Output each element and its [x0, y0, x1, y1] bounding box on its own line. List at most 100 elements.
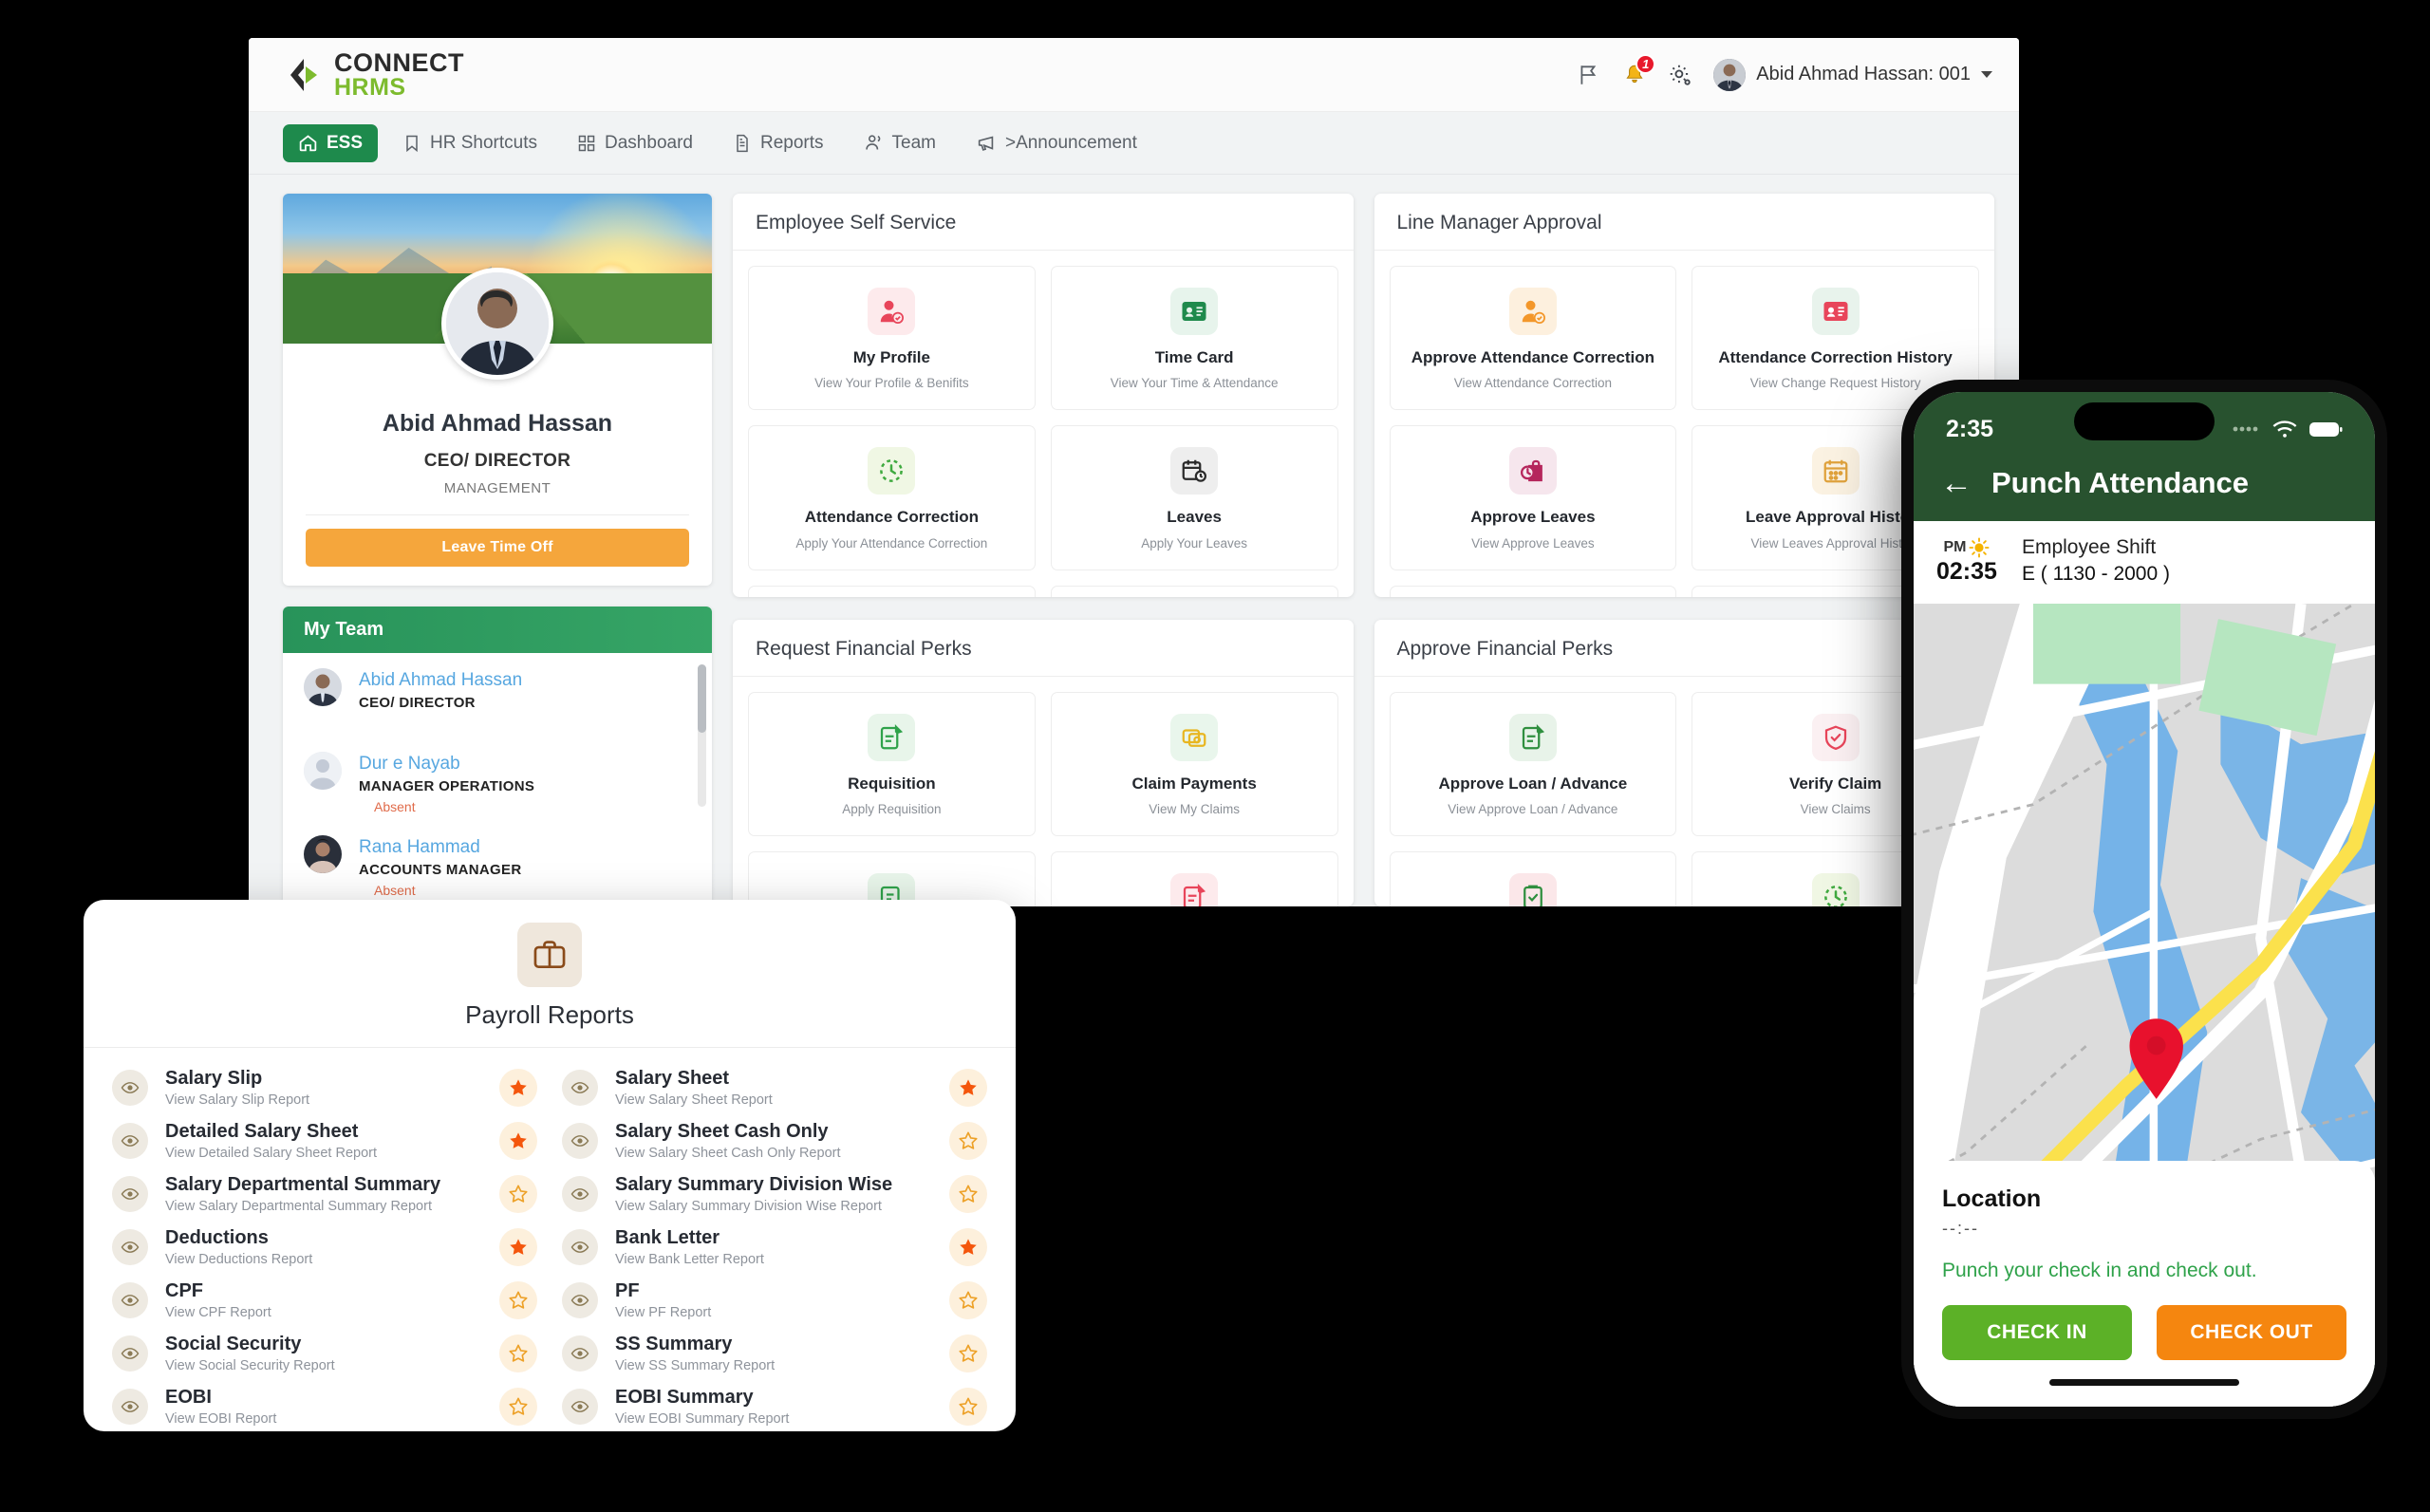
- list-item[interactable]: EOBI Summary View EOBI Summary Report: [558, 1380, 991, 1431]
- profile-avatar: [441, 268, 553, 380]
- list-item[interactable]: Bank Letter View Bank Letter Report: [558, 1221, 991, 1274]
- favorite-star-icon[interactable]: [499, 1335, 537, 1372]
- tile-my-leave-ledger[interactable]: My Leave Ledger View Your Leaves Balance…: [748, 585, 1036, 598]
- favorite-star-icon[interactable]: [499, 1281, 537, 1319]
- app-logo[interactable]: CONNECT HRMS: [283, 47, 464, 101]
- eye-icon[interactable]: [562, 1335, 598, 1372]
- avatar: [304, 835, 342, 873]
- favorite-star-icon[interactable]: [949, 1122, 987, 1160]
- tile-mobile-punch-approval[interactable]: Mobile Punch Approval View Mobile Punch …: [1389, 585, 1677, 598]
- team-scrollbar[interactable]: [698, 664, 706, 807]
- list-item[interactable]: Social Security View Social Security Repo…: [108, 1327, 541, 1380]
- favorite-star-icon[interactable]: [499, 1069, 537, 1107]
- tile-sublabel: Apply Your Attendance Correction: [795, 535, 988, 551]
- favorite-star-icon[interactable]: [949, 1069, 987, 1107]
- report-name: Salary Sheet Cash Only: [615, 1121, 829, 1142]
- my-team-heading: My Team: [283, 607, 712, 653]
- leave-time-off-button[interactable]: Leave Time Off: [306, 529, 689, 567]
- eye-icon[interactable]: [112, 1123, 148, 1159]
- payroll-reports-title: Payroll Reports: [465, 1000, 634, 1029]
- favorite-star-icon[interactable]: [499, 1175, 537, 1213]
- eye-icon[interactable]: [562, 1123, 598, 1159]
- favorite-star-icon[interactable]: [499, 1228, 537, 1266]
- bell-icon[interactable]: 1: [1622, 53, 1656, 87]
- eye-icon[interactable]: [562, 1176, 598, 1212]
- list-item[interactable]: Dur e Nayab MANAGER OPERATIONS Absent: [304, 752, 691, 835]
- list-item[interactable]: Salary Sheet Cash Only View Salary Sheet …: [558, 1114, 991, 1167]
- eye-icon[interactable]: [112, 1335, 148, 1372]
- check-out-button[interactable]: CHECK OUT: [2157, 1305, 2346, 1360]
- list-item[interactable]: Salary Slip View Salary Slip Report: [108, 1061, 541, 1114]
- tile-label: Leave Approval History: [1745, 508, 1926, 527]
- tile-approve-requsition[interactable]: Approve Requsition View Approve Requesti…: [1389, 851, 1677, 906]
- check-in-button[interactable]: CHECK IN: [1942, 1305, 2132, 1360]
- back-arrow-icon[interactable]: ←: [1940, 467, 1972, 499]
- list-item[interactable]: Salary Departmental Summary View Salary D…: [108, 1167, 541, 1221]
- eye-icon[interactable]: [112, 1176, 148, 1212]
- tile-sublabel: View Change Request History: [1749, 376, 1921, 391]
- tile-approve-attendance-correction[interactable]: Approve Attendance Correction View Atten…: [1389, 266, 1677, 411]
- favorite-star-icon[interactable]: [949, 1388, 987, 1426]
- list-item[interactable]: Salary Summary Division Wise View Salary …: [558, 1167, 991, 1221]
- tile-my-claims[interactable]: My Claims Apply Your Claims: [748, 851, 1036, 906]
- tile-approve-loan-advance[interactable]: Approve Loan / Advance View Approve Loan…: [1389, 692, 1677, 837]
- tab-reports[interactable]: Reports: [718, 124, 839, 162]
- tile-leaves[interactable]: Leaves Apply Your Leaves: [1050, 425, 1338, 570]
- eye-icon[interactable]: [112, 1229, 148, 1265]
- tile-claim-payments[interactable]: Claim Payments View My Claims: [1050, 692, 1338, 837]
- eye-icon[interactable]: [562, 1070, 598, 1106]
- tile-my-profile[interactable]: My Profile View Your Profile & Benifits: [748, 266, 1036, 411]
- list-item[interactable]: Abid Ahmad Hassan CEO/ DIRECTOR: [304, 668, 691, 752]
- user-name-label: Abid Ahmad Hassan: 001: [1756, 64, 1971, 84]
- team-member-name: Rana Hammad: [359, 837, 480, 857]
- user-menu[interactable]: Abid Ahmad Hassan: 001: [1713, 58, 1992, 91]
- eye-icon[interactable]: [562, 1389, 598, 1425]
- list-item[interactable]: Salary Sheet View Salary Sheet Report: [558, 1061, 991, 1114]
- gear-icon[interactable]: [1668, 63, 1692, 87]
- list-item[interactable]: Detailed Salary Sheet View Detailed Salar…: [108, 1114, 541, 1167]
- profile-title: CEO/ DIRECTOR: [423, 451, 571, 471]
- shift-info-bar: PM 02:35 Employee Shift E ( 1130 - 2000 …: [1914, 521, 2375, 604]
- favorite-star-icon[interactable]: [499, 1388, 537, 1426]
- logo-secondary-text: HRMS: [334, 73, 406, 101]
- favorite-star-icon[interactable]: [499, 1122, 537, 1160]
- eye-icon[interactable]: [112, 1070, 148, 1106]
- favorite-star-icon[interactable]: [949, 1228, 987, 1266]
- tab-dashboard[interactable]: Dashboard: [562, 124, 708, 162]
- favorite-star-icon[interactable]: [949, 1335, 987, 1372]
- status-time: 2:35: [1946, 415, 1994, 442]
- tile-attendance-correction[interactable]: Attendance Correction Apply Your Attenda…: [748, 425, 1036, 570]
- list-item[interactable]: EOBI View EOBI Report: [108, 1380, 541, 1431]
- app-header: CONNECT HRMS 1 Abid Ahmad Hassan: 001: [249, 38, 2019, 112]
- favorite-star-icon[interactable]: [949, 1175, 987, 1213]
- list-item[interactable]: CPF View CPF Report: [108, 1274, 541, 1327]
- tab-hr-shortcuts[interactable]: HR Shortcuts: [387, 124, 552, 162]
- list-item[interactable]: Rana Hammad ACCOUNTS MANAGER Absent: [304, 835, 691, 906]
- report-name: Deductions: [165, 1227, 269, 1248]
- tile-my-loan-advance[interactable]: My Loan / Advance Apply Loan / Advance: [1050, 851, 1338, 906]
- list-item[interactable]: SS Summary View SS Summary Report: [558, 1327, 991, 1380]
- tile-approve-leaves[interactable]: Approve Leaves View Approve Leaves: [1389, 425, 1677, 570]
- eye-icon[interactable]: [112, 1282, 148, 1318]
- list-item[interactable]: Deductions View Deductions Report: [108, 1221, 541, 1274]
- tab-ess[interactable]: ESS: [283, 123, 379, 162]
- eye-icon[interactable]: [562, 1282, 598, 1318]
- tile-grid: Requisition Apply Requisition Claim Paym…: [733, 677, 1354, 906]
- team-member-name: Dur e Nayab: [359, 754, 460, 774]
- flag-icon[interactable]: [1577, 63, 1601, 87]
- logo-primary-text: CONNECT: [334, 47, 464, 77]
- tile-requisition[interactable]: Requisition Apply Requisition: [748, 692, 1036, 837]
- tab-announcement[interactable]: >Announcement: [961, 124, 1152, 162]
- eye-icon[interactable]: [562, 1229, 598, 1265]
- tab-team[interactable]: Team: [849, 124, 951, 162]
- eye-icon[interactable]: [112, 1389, 148, 1425]
- tile-time-card[interactable]: Time Card View Your Time & Attendance: [1050, 266, 1338, 411]
- doc-pin-icon: [1170, 873, 1219, 906]
- favorite-star-icon[interactable]: [949, 1281, 987, 1319]
- report-name: Salary Departmental Summary: [165, 1174, 441, 1195]
- tile-label: Time Card: [1154, 348, 1234, 366]
- tab-label: Reports: [759, 132, 824, 153]
- connect-logo-icon: [290, 58, 317, 91]
- list-item[interactable]: PF View PF Report: [558, 1274, 991, 1327]
- tile-offboarding-request[interactable]: Offboarding Request Apply Your Resign: [1050, 585, 1338, 598]
